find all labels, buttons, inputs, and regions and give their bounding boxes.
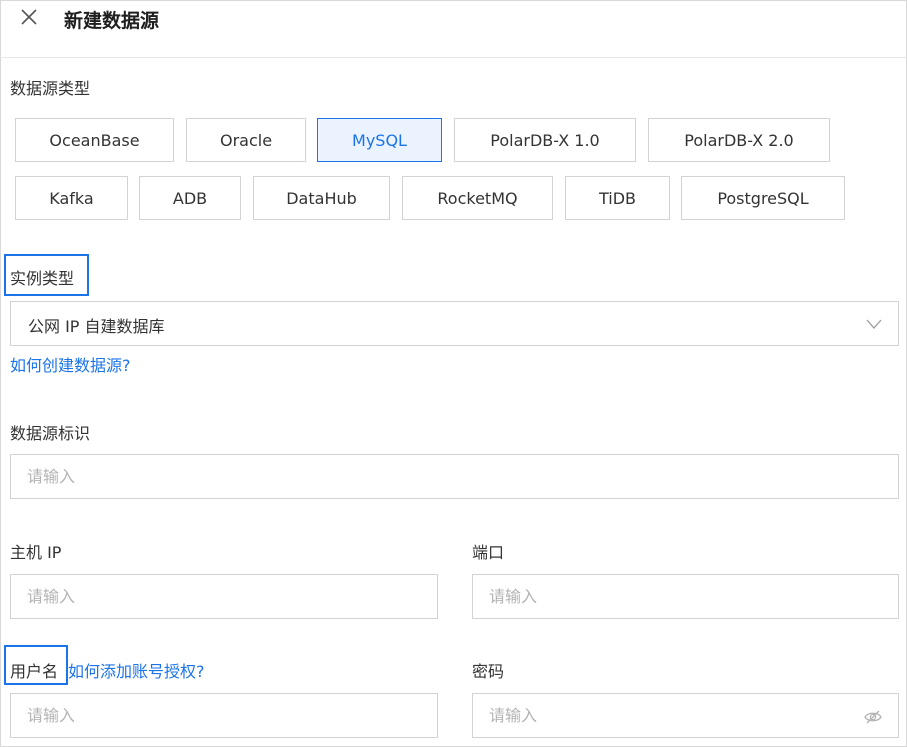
- identifier-label: 数据源标识: [10, 424, 91, 443]
- type-button-tidb[interactable]: TiDB: [565, 176, 670, 220]
- eye-off-icon[interactable]: [863, 707, 883, 727]
- instance-type-label: 实例类型: [10, 269, 75, 288]
- close-icon[interactable]: [19, 7, 39, 27]
- type-button-polardb-x-1[interactable]: PolarDB-X 1.0: [454, 118, 636, 162]
- type-button-rocketmq[interactable]: RocketMQ: [402, 176, 553, 220]
- instance-type-value: 公网 IP 自建数据库: [28, 317, 165, 336]
- dialog-header: 新建数据源: [0, 0, 907, 58]
- type-button-oracle[interactable]: Oracle: [186, 118, 306, 162]
- instance-type-select[interactable]: 公网 IP 自建数据库: [10, 301, 899, 346]
- how-to-create-datasource-link[interactable]: 如何创建数据源?: [10, 352, 131, 376]
- dialog-frame: [0, 0, 907, 747]
- type-button-kafka[interactable]: Kafka: [15, 176, 128, 220]
- identifier-input[interactable]: [10, 454, 899, 499]
- username-label: 用户名: [10, 662, 59, 681]
- host-input[interactable]: [10, 574, 438, 619]
- type-button-adb[interactable]: ADB: [139, 176, 241, 220]
- how-to-grant-account-link[interactable]: 如何添加账号授权?: [68, 658, 205, 682]
- type-button-mysql[interactable]: MySQL: [317, 118, 442, 162]
- type-button-postgresql[interactable]: PostgreSQL: [681, 176, 845, 220]
- username-input[interactable]: [10, 693, 438, 738]
- password-input[interactable]: [472, 693, 899, 738]
- type-button-oceanbase[interactable]: OceanBase: [15, 118, 174, 162]
- port-label: 端口: [472, 543, 505, 562]
- port-input[interactable]: [472, 574, 899, 619]
- chevron-down-icon: [866, 319, 882, 329]
- type-button-datahub[interactable]: DataHub: [253, 176, 390, 220]
- type-button-polardb-x-2[interactable]: PolarDB-X 2.0: [648, 118, 830, 162]
- host-label: 主机 IP: [10, 543, 62, 562]
- password-label: 密码: [472, 662, 505, 681]
- datasource-type-label: 数据源类型: [10, 79, 91, 98]
- dialog-title: 新建数据源: [64, 10, 160, 32]
